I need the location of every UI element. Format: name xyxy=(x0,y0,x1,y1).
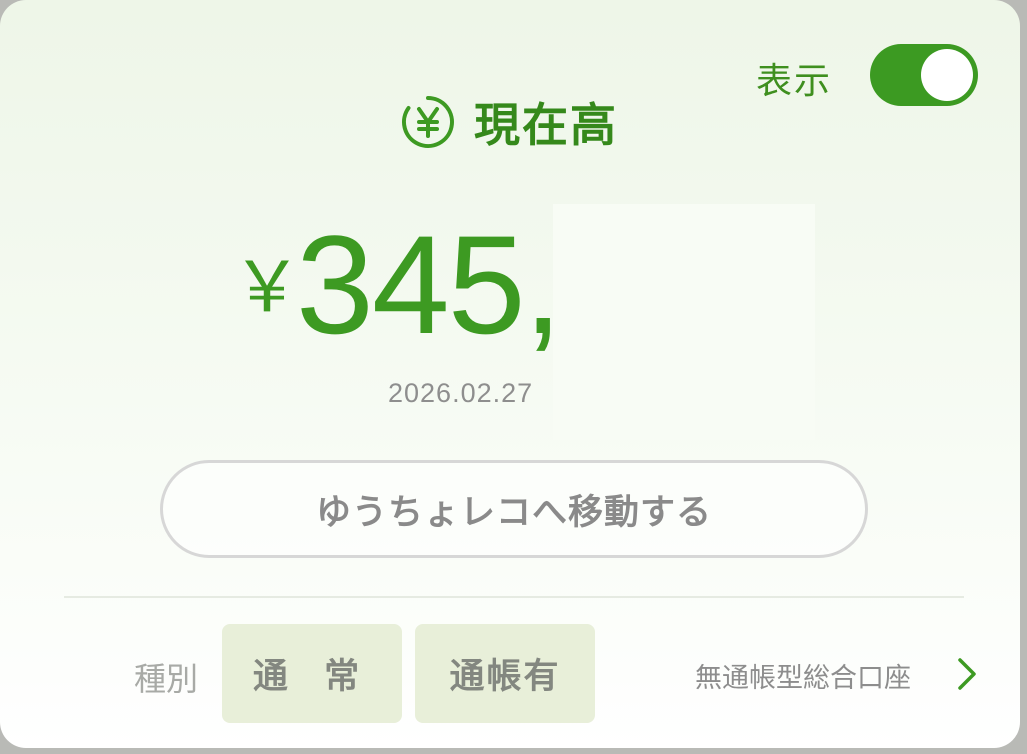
currency-symbol: ￥ xyxy=(232,246,302,328)
divider xyxy=(64,596,964,598)
display-toggle-label: 表示 xyxy=(756,61,833,102)
balance-header: 現在高 xyxy=(400,90,618,154)
toggle-knob xyxy=(921,49,973,101)
masked-amount-area xyxy=(553,204,815,440)
move-to-yucho-reco-button[interactable]: ゆうちょレコへ移動する xyxy=(160,460,868,558)
balance-title: 現在高 xyxy=(474,98,618,152)
balance-card: 表示 現在高 ￥ 345, 2026.02.27 ゆうちょレコへ移動する 種別 … xyxy=(0,0,1020,748)
account-type-label: 種別 xyxy=(134,660,199,698)
chevron-right-icon[interactable] xyxy=(955,656,979,692)
tag-passbook: 通帳有 xyxy=(415,624,595,723)
balance-date: 2026.02.27 xyxy=(388,378,534,408)
balance-amount: 345, xyxy=(296,206,562,363)
display-toggle[interactable] xyxy=(870,44,978,106)
yen-circle-icon xyxy=(402,96,454,148)
account-type-link[interactable]: 無通帳型総合口座 xyxy=(695,656,911,695)
tag-normal: 通 常 xyxy=(222,624,402,723)
